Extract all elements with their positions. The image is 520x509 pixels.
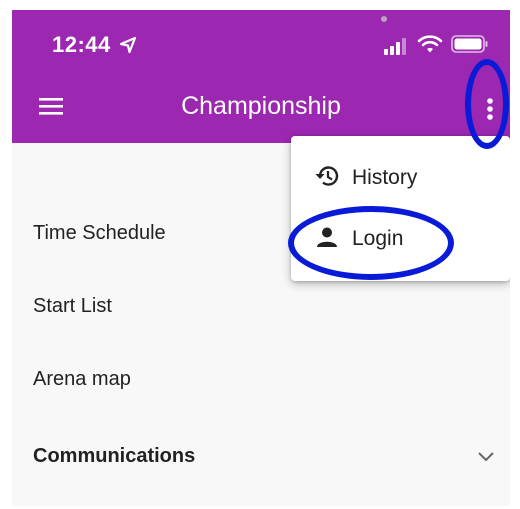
app-screen: 12:44 Championship Time Schedule Start L… <box>12 10 510 506</box>
status-time: 12:44 <box>52 32 111 57</box>
menu-item-history[interactable]: History <box>291 153 510 203</box>
chevron-down-icon[interactable] <box>475 450 497 464</box>
location-arrow-icon <box>119 36 137 54</box>
battery-icon <box>451 35 488 53</box>
app-bar-title: Championship <box>181 92 341 120</box>
wifi-icon <box>417 35 443 53</box>
list-item-start-list[interactable]: Start List <box>33 295 112 318</box>
history-icon <box>315 166 339 186</box>
list-item-time-schedule[interactable]: Time Schedule <box>33 222 166 245</box>
status-bar: 12:44 <box>12 10 510 80</box>
list-item-communications[interactable]: Communications <box>33 445 195 468</box>
annotation-circle-more <box>465 59 509 149</box>
list-item-arena-map[interactable]: Arena map <box>33 368 131 391</box>
menu-item-history-label: History <box>352 166 418 189</box>
cellular-signal-icon <box>384 38 406 55</box>
annotation-circle-login <box>288 206 454 280</box>
app-bar: 12:44 Championship <box>12 10 510 143</box>
camera-dot <box>381 16 387 22</box>
